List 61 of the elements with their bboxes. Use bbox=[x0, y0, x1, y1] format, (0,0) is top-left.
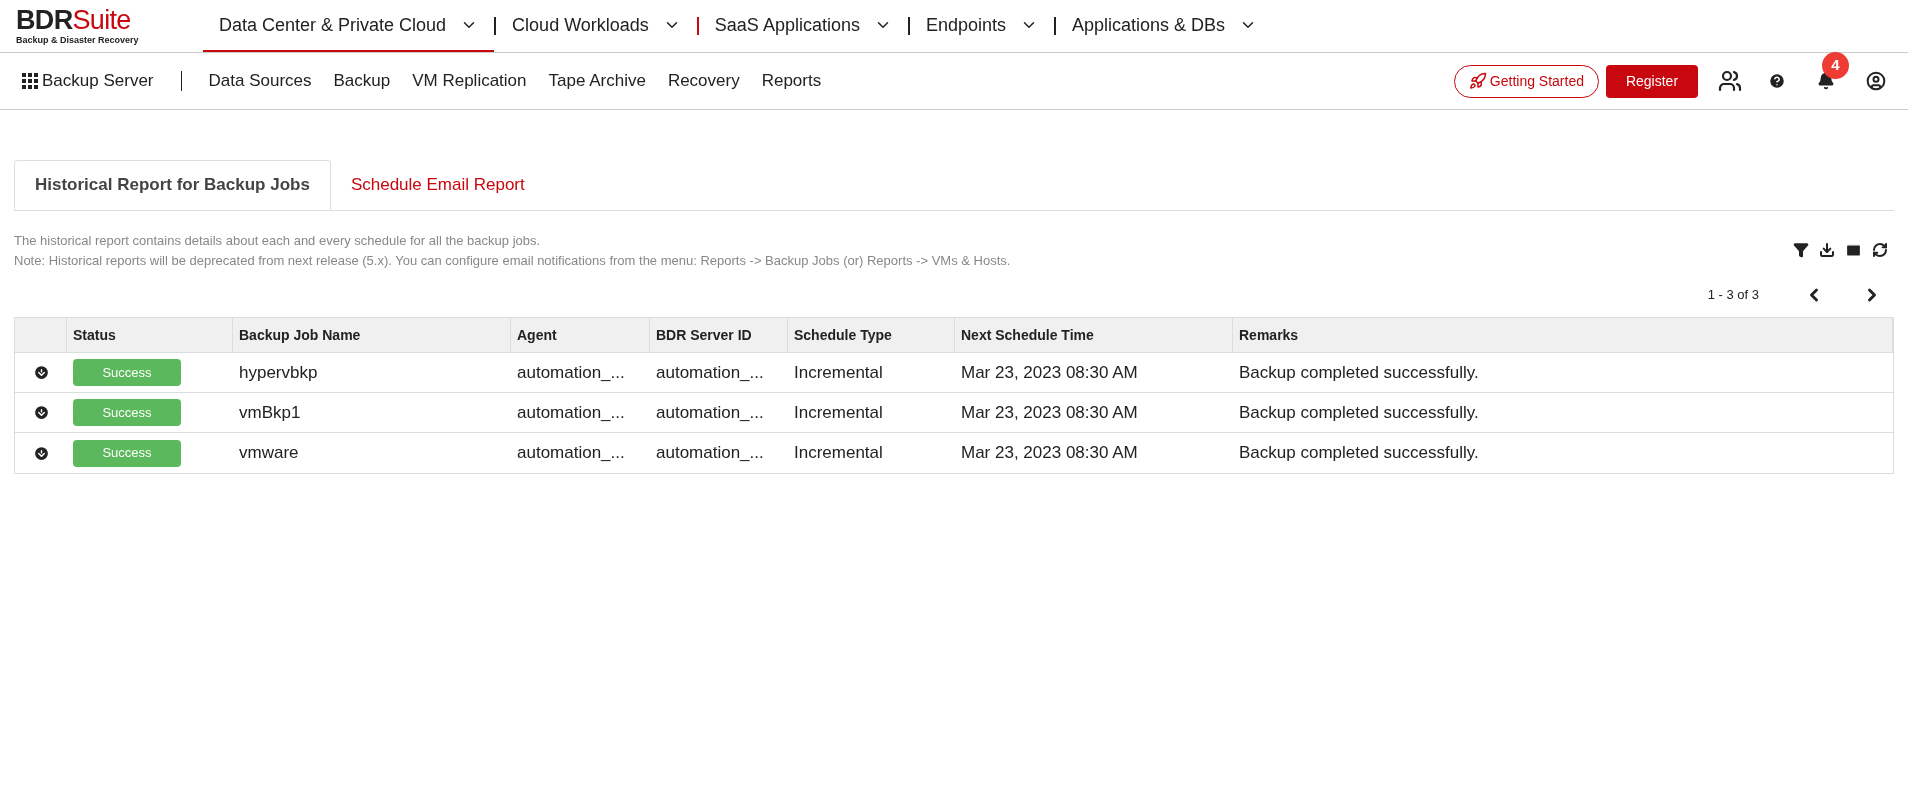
column-header: Schedule Type bbox=[788, 318, 955, 352]
table-cell-text: automation_... bbox=[655, 361, 765, 384]
user-icon[interactable] bbox=[1866, 71, 1886, 91]
table-cell-text: Mar 23, 2023 08:30 AM bbox=[960, 401, 1139, 424]
register-button[interactable]: Register bbox=[1606, 64, 1698, 98]
table-cell-text: Backup completed successfully. bbox=[1238, 442, 1480, 465]
report-tab[interactable]: Schedule Email Report bbox=[330, 160, 545, 210]
column-header: Status bbox=[67, 318, 233, 352]
expand-row-icon[interactable] bbox=[32, 444, 50, 462]
top-nav-tab[interactable]: SaaS Applications bbox=[698, 0, 908, 52]
app-grid-icon[interactable] bbox=[22, 73, 38, 89]
status-badge: Success bbox=[73, 359, 181, 386]
sub-nav-link[interactable]: Backup bbox=[333, 68, 391, 94]
table-cell-text: Incremental bbox=[793, 401, 884, 424]
table-cell-text: Backup completed successfully. bbox=[1238, 361, 1480, 384]
table-cell-text: automation_... bbox=[516, 401, 626, 424]
report-tab[interactable]: Historical Report for Backup Jobs bbox=[14, 160, 331, 210]
notification-badge: 4 bbox=[1822, 52, 1849, 79]
top-nav-tab[interactable]: Data Center & Private Cloud bbox=[203, 0, 495, 52]
sub-nav-link[interactable]: Recovery bbox=[667, 68, 740, 94]
table-cell-text: Incremental bbox=[793, 361, 884, 384]
refresh-icon[interactable] bbox=[1872, 242, 1888, 258]
top-nav-tab[interactable]: Endpoints bbox=[909, 0, 1054, 52]
top-nav-tab[interactable]: Cloud Workloads bbox=[496, 0, 697, 52]
sub-nav-link[interactable]: Data Sources bbox=[208, 68, 312, 94]
table-cell-text: Mar 23, 2023 08:30 AM bbox=[960, 361, 1139, 384]
filter-icon[interactable] bbox=[1793, 242, 1809, 258]
column-header: Backup Job Name bbox=[233, 318, 511, 352]
table-cell-text: automation_... bbox=[655, 401, 765, 424]
description-text: The historical report contains details about each and every schedule for all the backup jobs. bbox=[14, 232, 542, 250]
table-cell-text: automation_... bbox=[516, 442, 626, 465]
help-icon[interactable] bbox=[1768, 72, 1786, 90]
sub-nav-link[interactable]: Tape Archive bbox=[548, 68, 646, 94]
top-nav-tab[interactable]: Applications & DBs bbox=[1056, 0, 1274, 52]
expand-row-icon[interactable] bbox=[32, 404, 50, 421]
backup-server-menu[interactable]: Backup Server bbox=[22, 68, 154, 94]
column-header: Next Schedule Time bbox=[955, 318, 1233, 352]
download-icon[interactable] bbox=[1819, 242, 1835, 258]
description-text: Note: Historical reports will be deprecated from next release (5.x). You can configure email notifications from the menu: Reports -> Backup Jobs (or) Reports -> VMs & Hosts. bbox=[14, 252, 1012, 270]
table-cell-text: Mar 23, 2023 08:30 AM bbox=[960, 442, 1139, 465]
users-icon[interactable] bbox=[1718, 69, 1742, 93]
brand-logo: BDRSuite bbox=[16, 7, 132, 34]
sub-nav-link[interactable]: VM Replication bbox=[412, 68, 527, 94]
table-cell-text: vmBkp1 bbox=[238, 401, 302, 424]
rocket-icon bbox=[1468, 72, 1487, 90]
table-cell-text: automation_... bbox=[655, 442, 765, 465]
column-header: Agent bbox=[511, 318, 650, 352]
status-badge: Success bbox=[73, 439, 181, 467]
bell-icon[interactable] bbox=[1817, 72, 1835, 90]
table-cell-text: hypervbkp bbox=[238, 361, 319, 384]
sub-nav-link[interactable]: Reports bbox=[761, 68, 822, 94]
column-header: BDR Server ID bbox=[650, 318, 788, 352]
table-cell-text: automation_... bbox=[516, 361, 626, 384]
logo-tagline: Backup & Disaster Recovery bbox=[16, 36, 140, 45]
table-cell-text: Backup completed successfully. bbox=[1238, 401, 1480, 424]
table-cell-text: vmware bbox=[238, 442, 300, 465]
pagination-text: 1 - 3 of 3 bbox=[1707, 286, 1759, 305]
table-cell-text: Incremental bbox=[793, 442, 884, 465]
expand-row-icon[interactable] bbox=[32, 364, 50, 381]
status-badge: Success bbox=[73, 399, 181, 426]
column-header: Remarks bbox=[1233, 318, 1893, 352]
